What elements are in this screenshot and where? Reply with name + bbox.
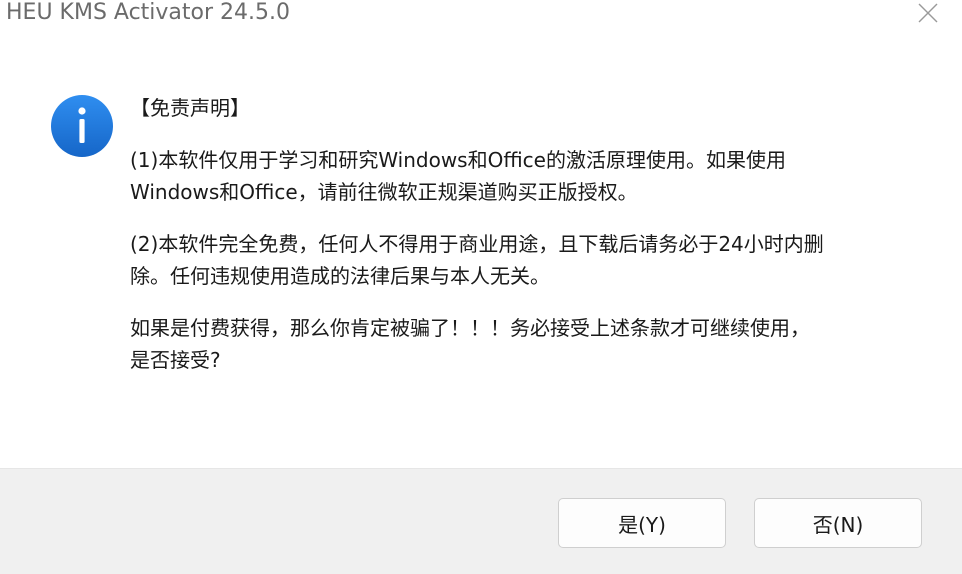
message-paragraph-1-line-2: Windows和Office，请前往微软正规渠道购买正版授权。 (130, 180, 638, 204)
title-bar: HEU KMS Activator 24.5.0 (0, 0, 962, 28)
message-paragraph-1-line-1: (1)本软件仅用于学习和研究Windows和Office的激活原理使用。如果使用 (130, 148, 786, 172)
message-paragraph-2-line-1: (2)本软件完全免费，任何人不得用于商业用途，且下载后请务必于24小时内删 (130, 232, 824, 256)
message-paragraph-2-line-2: 除。任何违规使用造成的法律后果与本人无关。 (130, 264, 550, 288)
window-title: HEU KMS Activator 24.5.0 (6, 0, 291, 25)
no-button[interactable]: 否(N) (754, 498, 922, 548)
message-heading: 【免责声明】 (130, 96, 250, 120)
message-paragraph-3-line-2: 是否接受? (130, 348, 221, 372)
info-icon (51, 95, 113, 157)
button-bar: 是(Y) 否(N) (0, 468, 962, 574)
yes-button[interactable]: 是(Y) (558, 498, 726, 548)
message-dialog: HEU KMS Activator 24.5.0 【免责声明】 (1)本软件仅用… (0, 0, 962, 574)
message-text: 【免责声明】 (1)本软件仅用于学习和研究Windows和Office的激活原理… (130, 92, 910, 376)
message-paragraph-3-line-1: 如果是付费获得，那么你肯定被骗了！！！务必接受上述条款才可继续使用， (130, 316, 810, 340)
close-button[interactable] (906, 0, 950, 26)
close-icon (918, 3, 938, 23)
